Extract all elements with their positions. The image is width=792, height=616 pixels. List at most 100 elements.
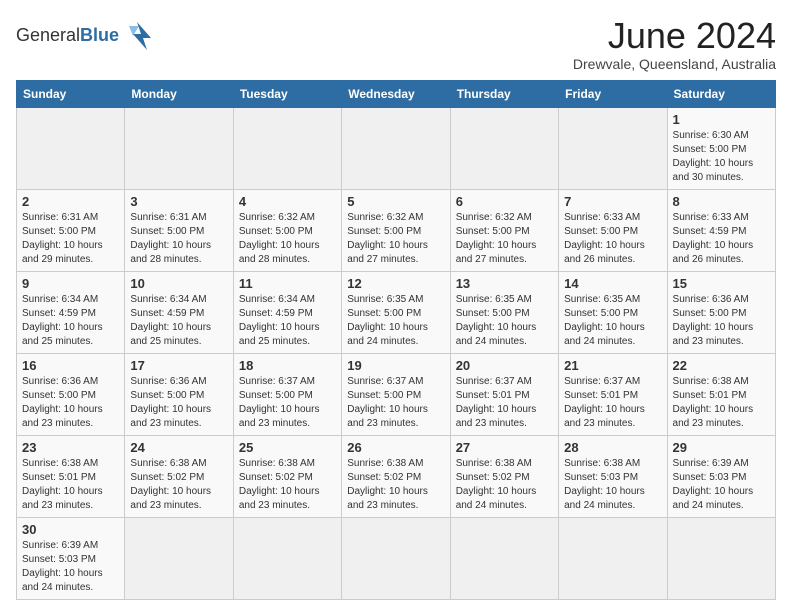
day-cell (559, 107, 667, 189)
logo-text: GeneralBlue (16, 25, 119, 46)
calendar-title: June 2024 (573, 16, 776, 56)
day-info: Sunrise: 6:33 AM Sunset: 4:59 PM Dayligh… (673, 211, 770, 267)
day-cell: 2 Sunrise: 6:31 AM Sunset: 5:00 PM Daylig… (17, 189, 125, 271)
day-header-sunday: Sunday (17, 80, 125, 107)
day-cell: 7 Sunrise: 6:33 AM Sunset: 5:00 PM Daylig… (559, 189, 667, 271)
day-cell: 9Sunrise: 6:34 AM Sunset: 4:59 PM Daylig… (17, 271, 125, 353)
day-cell (233, 107, 341, 189)
day-info: Sunrise: 6:37 AM Sunset: 5:01 PM Dayligh… (456, 375, 553, 431)
day-cell: 20Sunrise: 6:37 AM Sunset: 5:01 PM Dayli… (450, 353, 558, 435)
day-number: 28 (564, 440, 661, 455)
day-number: 27 (456, 440, 553, 455)
day-cell: 18 Sunrise: 6:37 AM Sunset: 5:00 PM Dayli… (233, 353, 341, 435)
title-block: June 2024 Drewvale, Queensland, Australi… (573, 16, 776, 72)
day-cell: 4 Sunrise: 6:32 AM Sunset: 5:00 PM Daylig… (233, 189, 341, 271)
day-info: Sunrise: 6:36 AM Sunset: 5:00 PM Dayligh… (130, 375, 227, 431)
calendar-body: 1 Sunrise: 6:30 AM Sunset: 5:00 PM Daylig… (17, 107, 776, 599)
day-cell: 26Sunrise: 6:38 AM Sunset: 5:02 PM Dayli… (342, 435, 450, 517)
week-row-5: 23 Sunrise: 6:38 AM Sunset: 5:01 PM Dayli… (17, 435, 776, 517)
day-cell: 21 Sunrise: 6:37 AM Sunset: 5:01 PM Dayli… (559, 353, 667, 435)
day-info: Sunrise: 6:31 AM Sunset: 5:00 PM Dayligh… (130, 211, 227, 267)
day-number: 23 (22, 440, 119, 455)
day-info: Sunrise: 6:38 AM Sunset: 5:03 PM Dayligh… (564, 457, 661, 513)
day-info: Sunrise: 6:34 AM Sunset: 4:59 PM Dayligh… (239, 293, 336, 349)
day-number: 7 (564, 194, 661, 209)
day-info: Sunrise: 6:38 AM Sunset: 5:02 PM Dayligh… (239, 457, 336, 513)
day-info: Sunrise: 6:32 AM Sunset: 5:00 PM Dayligh… (239, 211, 336, 267)
day-info: Sunrise: 6:35 AM Sunset: 5:00 PM Dayligh… (564, 293, 661, 349)
week-row-2: 2 Sunrise: 6:31 AM Sunset: 5:00 PM Daylig… (17, 189, 776, 271)
header: GeneralBlue June 2024 Drewvale, Queensla… (16, 16, 776, 72)
week-row-6: 30Sunrise: 6:39 AM Sunset: 5:03 PM Dayli… (17, 517, 776, 599)
day-header-tuesday: Tuesday (233, 80, 341, 107)
day-info: Sunrise: 6:39 AM Sunset: 5:03 PM Dayligh… (673, 457, 770, 513)
day-cell: 16 Sunrise: 6:36 AM Sunset: 5:00 PM Dayli… (17, 353, 125, 435)
day-info: Sunrise: 6:37 AM Sunset: 5:00 PM Dayligh… (239, 375, 336, 431)
day-cell: 27 Sunrise: 6:38 AM Sunset: 5:02 PM Dayli… (450, 435, 558, 517)
day-cell (125, 517, 233, 599)
week-row-4: 16 Sunrise: 6:36 AM Sunset: 5:00 PM Dayli… (17, 353, 776, 435)
day-cell: 29 Sunrise: 6:39 AM Sunset: 5:03 PM Dayli… (667, 435, 775, 517)
day-number: 21 (564, 358, 661, 373)
day-number: 22 (673, 358, 770, 373)
day-cell: 22 Sunrise: 6:38 AM Sunset: 5:01 PM Dayli… (667, 353, 775, 435)
day-info: Sunrise: 6:38 AM Sunset: 5:02 PM Dayligh… (347, 457, 444, 513)
day-info: Sunrise: 6:38 AM Sunset: 5:02 PM Dayligh… (130, 457, 227, 513)
day-number: 25 (239, 440, 336, 455)
day-number: 2 (22, 194, 119, 209)
days-header-row: SundayMondayTuesdayWednesdayThursdayFrid… (17, 80, 776, 107)
day-number: 5 (347, 194, 444, 209)
day-header-monday: Monday (125, 80, 233, 107)
day-info: Sunrise: 6:30 AM Sunset: 5:00 PM Dayligh… (673, 129, 770, 185)
day-info: Sunrise: 6:32 AM Sunset: 5:00 PM Dayligh… (456, 211, 553, 267)
day-number: 1 (673, 112, 770, 127)
day-cell: 23 Sunrise: 6:38 AM Sunset: 5:01 PM Dayli… (17, 435, 125, 517)
day-number: 17 (130, 358, 227, 373)
day-info: Sunrise: 6:35 AM Sunset: 5:00 PM Dayligh… (456, 293, 553, 349)
day-info: Sunrise: 6:37 AM Sunset: 5:00 PM Dayligh… (347, 375, 444, 431)
day-info: Sunrise: 6:38 AM Sunset: 5:02 PM Dayligh… (456, 457, 553, 513)
logo: GeneralBlue (16, 16, 157, 54)
day-info: Sunrise: 6:37 AM Sunset: 5:01 PM Dayligh… (564, 375, 661, 431)
day-cell (450, 517, 558, 599)
day-cell (125, 107, 233, 189)
day-number: 9 (22, 276, 119, 291)
day-number: 10 (130, 276, 227, 291)
day-cell (450, 107, 558, 189)
calendar-table: SundayMondayTuesdayWednesdayThursdayFrid… (16, 80, 776, 600)
day-cell: 25 Sunrise: 6:38 AM Sunset: 5:02 PM Dayli… (233, 435, 341, 517)
day-cell: 19Sunrise: 6:37 AM Sunset: 5:00 PM Dayli… (342, 353, 450, 435)
day-cell: 30Sunrise: 6:39 AM Sunset: 5:03 PM Dayli… (17, 517, 125, 599)
day-number: 30 (22, 522, 119, 537)
day-cell: 15Sunrise: 6:36 AM Sunset: 5:00 PM Dayli… (667, 271, 775, 353)
day-cell (559, 517, 667, 599)
day-info: Sunrise: 6:36 AM Sunset: 5:00 PM Dayligh… (673, 293, 770, 349)
week-row-3: 9 Sunrise: 6:34 AM Sunset: 4:59 PM Daylig… (17, 271, 776, 353)
day-cell (667, 517, 775, 599)
day-info: Sunrise: 6:38 AM Sunset: 5:01 PM Dayligh… (673, 375, 770, 431)
day-number: 4 (239, 194, 336, 209)
day-info: Sunrise: 6:31 AM Sunset: 5:00 PM Dayligh… (22, 211, 119, 267)
day-cell: 14Sunrise: 6:35 AM Sunset: 5:00 PM Dayli… (559, 271, 667, 353)
day-number: 12 (347, 276, 444, 291)
day-header-thursday: Thursday (450, 80, 558, 107)
day-info: Sunrise: 6:38 AM Sunset: 5:01 PM Dayligh… (22, 457, 119, 513)
day-info: Sunrise: 6:33 AM Sunset: 5:00 PM Dayligh… (564, 211, 661, 267)
day-number: 24 (130, 440, 227, 455)
day-number: 18 (239, 358, 336, 373)
day-header-friday: Friday (559, 80, 667, 107)
day-number: 29 (673, 440, 770, 455)
day-number: 6 (456, 194, 553, 209)
day-cell: 24 Sunrise: 6:38 AM Sunset: 5:02 PM Dayli… (125, 435, 233, 517)
day-number: 16 (22, 358, 119, 373)
day-info: Sunrise: 6:32 AM Sunset: 5:00 PM Dayligh… (347, 211, 444, 267)
day-cell (233, 517, 341, 599)
day-cell: 1 Sunrise: 6:30 AM Sunset: 5:00 PM Daylig… (667, 107, 775, 189)
day-header-saturday: Saturday (667, 80, 775, 107)
day-cell: 10Sunrise: 6:34 AM Sunset: 4:59 PM Dayli… (125, 271, 233, 353)
day-number: 13 (456, 276, 553, 291)
day-cell: 3 Sunrise: 6:31 AM Sunset: 5:00 PM Daylig… (125, 189, 233, 271)
day-number: 3 (130, 194, 227, 209)
day-cell: 8Sunrise: 6:33 AM Sunset: 4:59 PM Daylig… (667, 189, 775, 271)
day-info: Sunrise: 6:36 AM Sunset: 5:00 PM Dayligh… (22, 375, 119, 431)
